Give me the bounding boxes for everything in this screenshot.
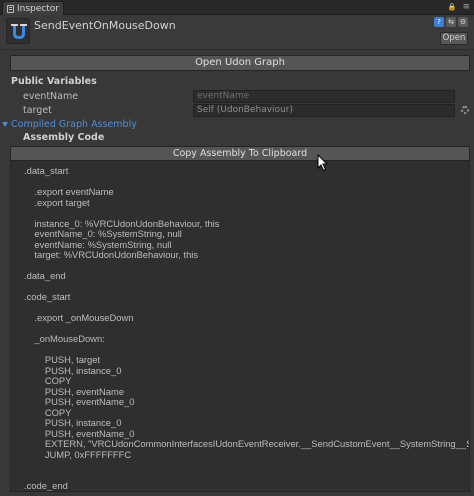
foldout-arrow-icon bbox=[2, 122, 8, 127]
window-tab-bar: Inspector 🔒 ≡ bbox=[0, 0, 474, 15]
compiled-graph-assembly-label: Compiled Graph Assembly bbox=[11, 119, 137, 130]
tab-inspector[interactable]: Inspector bbox=[2, 1, 64, 15]
compiled-graph-assembly-foldout[interactable]: Compiled Graph Assembly bbox=[2, 119, 137, 130]
tab-inspector-label: Inspector bbox=[17, 3, 59, 14]
header-buttons: ? ⇆ ⚙ bbox=[434, 17, 468, 27]
settings-icon[interactable]: ⚙ bbox=[458, 17, 468, 27]
variable-field-eventname[interactable]: eventName bbox=[193, 90, 455, 103]
target-settings-icon[interactable] bbox=[461, 106, 469, 114]
public-variables-heading: Public Variables bbox=[11, 76, 97, 87]
lock-icon[interactable]: 🔒 bbox=[448, 2, 457, 12]
menu-icon[interactable]: ≡ bbox=[462, 2, 470, 12]
udon-program-icon bbox=[6, 18, 30, 44]
mouse-cursor-icon bbox=[317, 154, 329, 172]
asset-title: SendEventOnMouseDown bbox=[34, 19, 176, 32]
open-udon-graph-button[interactable]: Open Udon Graph bbox=[10, 55, 470, 71]
assembly-code-text: .data_start .export eventName .export ta… bbox=[24, 165, 469, 491]
inspector-icon bbox=[7, 4, 14, 13]
help-icon[interactable]: ? bbox=[434, 17, 444, 27]
tab-bar-controls: 🔒 ≡ bbox=[448, 2, 470, 12]
variable-field-target[interactable]: Self (UdonBehaviour) bbox=[193, 104, 455, 117]
component-header: SendEventOnMouseDown ? ⇆ ⚙ Open bbox=[0, 15, 474, 50]
variable-label-eventname: eventName bbox=[23, 91, 79, 102]
preset-icon[interactable]: ⇆ bbox=[446, 17, 456, 27]
assembly-code-area[interactable]: .data_start .export eventName .export ta… bbox=[10, 160, 470, 492]
copy-assembly-button[interactable]: Copy Assembly To Clipboard bbox=[10, 146, 470, 161]
assembly-code-heading: Assembly Code bbox=[23, 132, 105, 143]
open-button[interactable]: Open bbox=[440, 32, 468, 45]
variable-label-target: target bbox=[23, 105, 52, 116]
